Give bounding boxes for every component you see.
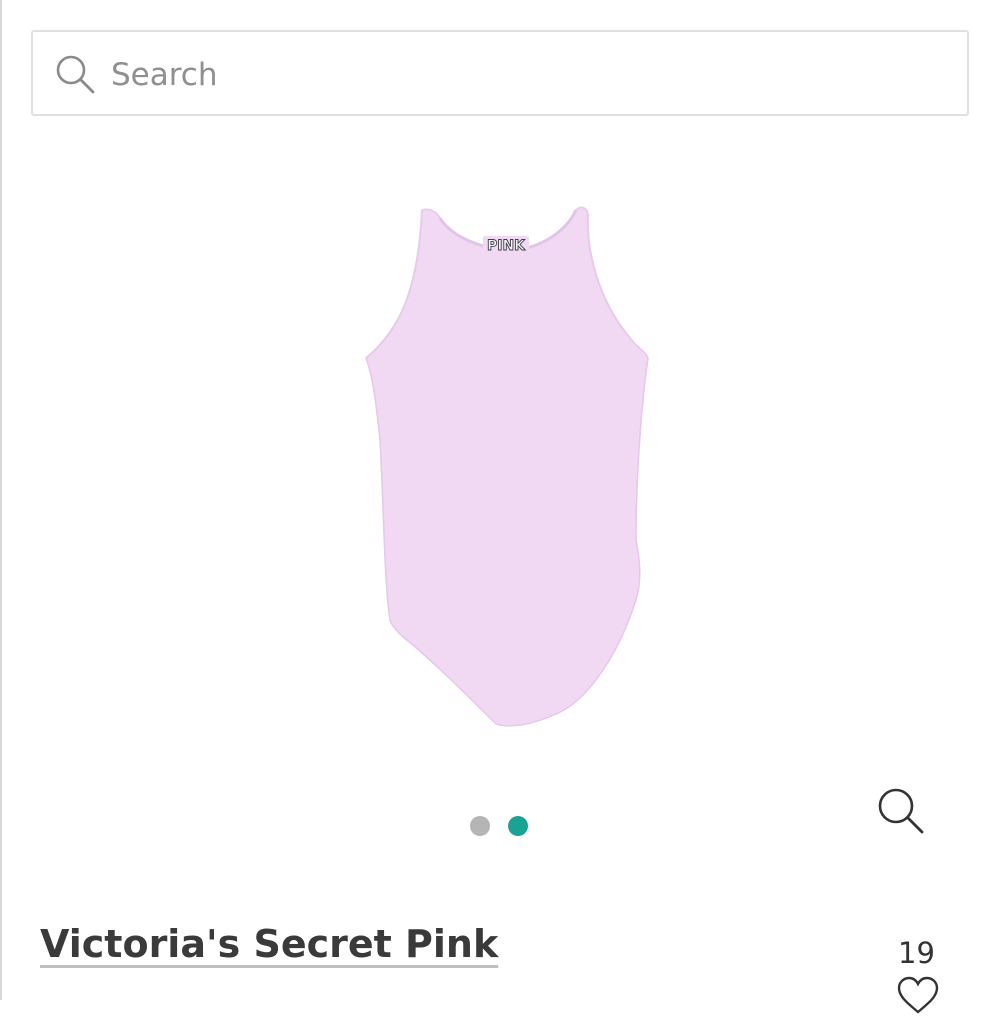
page-edge [0, 0, 2, 1000]
carousel-dot-2[interactable] [508, 816, 528, 836]
like-count: 19 [898, 936, 935, 970]
carousel-dot-1[interactable] [470, 816, 490, 836]
search-input[interactable] [109, 50, 953, 100]
brand-link[interactable]: Victoria's Secret Pink [40, 922, 498, 966]
pink-logo: PINK [487, 238, 526, 254]
carousel-dots [470, 816, 528, 838]
heart-icon[interactable] [896, 976, 940, 1016]
product-image: PINK [365, 206, 649, 727]
zoom-icon[interactable] [872, 784, 928, 840]
search-icon [56, 55, 95, 94]
search-bar[interactable] [31, 30, 969, 116]
